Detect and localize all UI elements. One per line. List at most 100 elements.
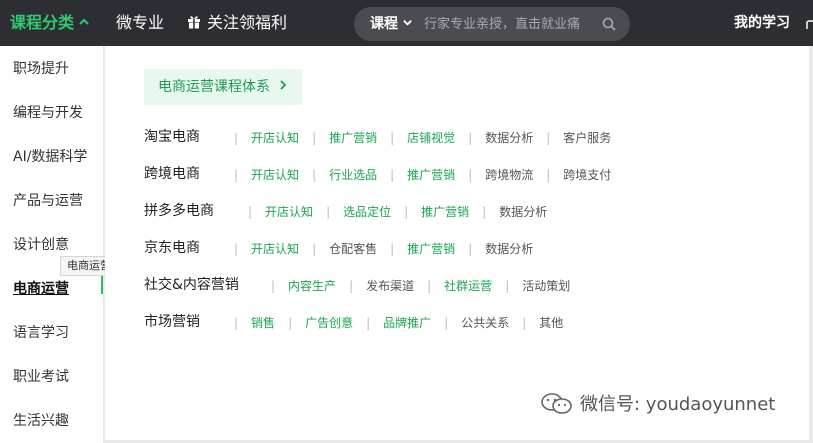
- sidebar-item-career[interactable]: 职场提升: [13, 58, 69, 78]
- search-type-dropdown[interactable]: 课程: [370, 7, 413, 41]
- category-tag-link[interactable]: 客户服务: [563, 128, 611, 148]
- category-tag-link[interactable]: 销售: [251, 313, 275, 333]
- tag-separator: |: [248, 205, 253, 219]
- tag-separator: |: [390, 168, 395, 182]
- category-tag-link[interactable]: 开店认知: [251, 165, 299, 185]
- category-row-title: 淘宝电商: [144, 129, 200, 145]
- micro-major-link[interactable]: 微专业: [116, 0, 164, 46]
- tag-separator: |: [312, 131, 317, 145]
- category-row-title: 京东电商: [144, 240, 200, 256]
- course-category-label: 课程分类: [10, 13, 75, 32]
- category-tag-link[interactable]: 发布渠道: [366, 276, 414, 296]
- category-row-title: 跨境电商: [144, 166, 200, 182]
- category-tag-link[interactable]: 推广营销: [407, 165, 455, 185]
- category-tag-link[interactable]: 社群运营: [444, 276, 492, 296]
- category-tag-link[interactable]: 跨境支付: [563, 165, 611, 185]
- category-tag-link[interactable]: 广告创意: [305, 313, 353, 333]
- category-tag-link[interactable]: 内容生产: [288, 276, 336, 296]
- sidebar-item-programming[interactable]: 编程与开发: [13, 102, 83, 122]
- category-tag-link[interactable]: 推广营销: [329, 128, 377, 148]
- category-tag-link[interactable]: 跨境物流: [485, 165, 533, 185]
- tag-separator: |: [234, 316, 239, 330]
- tag-separator: |: [271, 279, 276, 293]
- category-tag-list: | 开店认知 | 行业选品 | 推广营销 | 跨境物流 | 跨境支付: [234, 164, 624, 184]
- tag-separator: |: [468, 242, 473, 256]
- category-tag-link[interactable]: 推广营销: [407, 239, 455, 259]
- tag-separator: |: [390, 242, 395, 256]
- sidebar-item-exam[interactable]: 职业考试: [13, 366, 69, 386]
- sidebar-item-lifestyle[interactable]: 生活兴趣: [13, 410, 69, 430]
- gift-icon: [188, 16, 200, 29]
- category-tag-list: | 内容生产 | 发布渠道 | 社群运营 | 活动策划: [271, 275, 583, 295]
- tag-separator: |: [390, 131, 395, 145]
- search-icon[interactable]: [602, 17, 616, 31]
- tag-separator: |: [326, 205, 331, 219]
- category-tag-list: | 销售 | 广告创意 | 品牌推广 | 公共关系 | 其他: [234, 312, 576, 332]
- category-row-title: 市场营销: [144, 314, 200, 330]
- category-row-title: 拼多多电商: [144, 203, 214, 219]
- my-learning-link[interactable]: 我的学习: [734, 0, 790, 46]
- sidebar-item-design[interactable]: 设计创意: [13, 234, 69, 254]
- category-tag-link[interactable]: 数据分析: [485, 239, 533, 259]
- tag-separator: |: [468, 168, 473, 182]
- category-tag-link[interactable]: 推广营销: [421, 202, 469, 222]
- follow-welfare-label: 关注领福利: [207, 13, 288, 32]
- tag-separator: |: [312, 168, 317, 182]
- course-system-button[interactable]: 电商运营课程体系: [144, 69, 302, 105]
- category-tag-list: | 开店认知 | 推广营销 | 店铺视觉 | 数据分析 | 客户服务: [234, 127, 624, 147]
- category-tag-link[interactable]: 仓配客售: [329, 239, 377, 259]
- tag-separator: |: [366, 316, 371, 330]
- sidebar-item-language[interactable]: 语言学习: [13, 322, 69, 342]
- category-tag-link[interactable]: 店铺视觉: [407, 128, 455, 148]
- category-tag-link[interactable]: 其他: [539, 313, 563, 333]
- search-box: 课程: [354, 7, 630, 41]
- category-tag-list: | 开店认知 | 选品定位 | 推广营销 | 数据分析: [248, 201, 560, 221]
- tag-separator: |: [234, 131, 239, 145]
- category-tag-link[interactable]: 数据分析: [499, 202, 547, 222]
- sidebar-item-ai-data[interactable]: AI/数据科学: [13, 146, 87, 166]
- category-tag-link[interactable]: 公共关系: [461, 313, 509, 333]
- category-tag-link[interactable]: 选品定位: [343, 202, 391, 222]
- sidebar-item-product-ops[interactable]: 产品与运营: [13, 190, 83, 210]
- wechat-icon: [541, 393, 572, 414]
- course-category-menu[interactable]: 课程分类: [10, 0, 90, 46]
- follow-welfare-link[interactable]: 关注领福利: [187, 0, 287, 46]
- chevron-up-icon: [79, 18, 89, 25]
- tag-separator: |: [482, 205, 487, 219]
- search-type-label: 课程: [370, 16, 398, 32]
- user-avatar-icon[interactable]: [806, 17, 813, 29]
- tag-separator: |: [404, 205, 409, 219]
- tag-separator: |: [288, 316, 293, 330]
- watermark-text: 微信号: youdaoyunnet: [580, 394, 776, 415]
- category-tag-link[interactable]: 开店认知: [251, 239, 299, 259]
- tag-separator: |: [546, 131, 551, 145]
- tag-separator: |: [349, 279, 354, 293]
- category-tag-link[interactable]: 开店认知: [251, 128, 299, 148]
- category-tag-link[interactable]: 开店认知: [265, 202, 313, 222]
- tag-separator: |: [427, 279, 432, 293]
- category-tag-link[interactable]: 数据分析: [485, 128, 533, 148]
- course-system-label: 电商运营课程体系: [158, 79, 270, 95]
- tag-separator: |: [522, 316, 527, 330]
- category-sidebar: 职场提升 编程与开发 AI/数据科学 产品与运营 设计创意 电商运营 语言学习 …: [0, 46, 104, 443]
- micro-major-label: 微专业: [116, 13, 165, 32]
- category-row-title: 社交&内容营销: [144, 277, 239, 293]
- sidebar-item-ecommerce[interactable]: 电商运营: [13, 278, 69, 298]
- tag-separator: |: [234, 168, 239, 182]
- top-nav-bar: 课程分类 微专业 关注领福利 课程 我的学习: [0, 0, 813, 46]
- tag-separator: |: [444, 316, 449, 330]
- category-tag-link[interactable]: 活动策划: [522, 276, 570, 296]
- my-learning-label: 我的学习: [734, 15, 790, 31]
- category-tag-link[interactable]: 行业选品: [329, 165, 377, 185]
- category-tag-link[interactable]: 品牌推广: [383, 313, 431, 333]
- search-input[interactable]: [424, 12, 602, 36]
- category-tag-list: | 开店认知 | 仓配客售 | 推广营销 | 数据分析: [234, 238, 546, 258]
- chevron-down-icon: [403, 20, 412, 26]
- category-panel: 电商运营课程体系 淘宝电商 | 开店认知 | 推广营销 | 店铺视觉 | 数据分析 | 客户服务跨境…: [105, 46, 809, 440]
- tag-separator: |: [468, 131, 473, 145]
- tag-separator: |: [505, 279, 510, 293]
- tag-separator: |: [234, 242, 239, 256]
- chevron-right-icon: [280, 80, 287, 90]
- wechat-watermark: 微信号: youdaoyunnet: [540, 390, 775, 420]
- tag-separator: |: [546, 168, 551, 182]
